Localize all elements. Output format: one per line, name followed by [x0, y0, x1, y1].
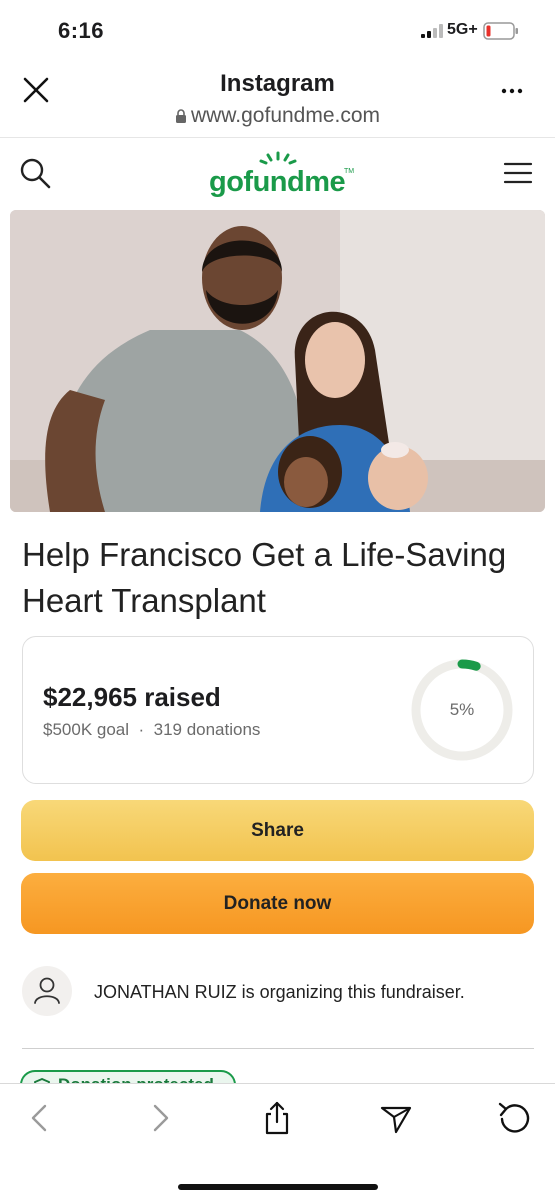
organizer-row: JONATHAN RUIZ is organizing this fundrai…	[22, 966, 542, 1020]
site-nav: gofundme TM	[0, 140, 555, 210]
campaign-photo[interactable]	[10, 210, 545, 512]
progress-ring: 5%	[409, 657, 515, 763]
amount-raised: $22,965 raised	[43, 682, 221, 712]
family-photo-illustration	[10, 210, 545, 512]
send-icon[interactable]	[378, 1100, 414, 1136]
goal-and-donations: $500K goal · 319 donations	[43, 720, 260, 740]
home-indicator	[178, 1184, 378, 1190]
campaign-title: Help Francisco Get a Life-Saving Heart T…	[22, 536, 507, 619]
hamburger-menu-icon[interactable]	[503, 160, 533, 186]
browser-header: Instagram www.gofundme.com	[0, 62, 555, 138]
logo-text: gofundme	[209, 166, 346, 198]
refresh-icon[interactable]	[496, 1100, 532, 1136]
forward-icon[interactable]	[142, 1100, 178, 1136]
signal-icon	[421, 24, 443, 38]
share-icon[interactable]	[259, 1100, 295, 1136]
status-time: 6:16	[58, 18, 105, 43]
network-label: 5G+	[447, 21, 478, 38]
organizer-text: JONATHAN RUIZ is organizing this fundrai…	[94, 982, 465, 1002]
more-options-icon[interactable]	[500, 86, 524, 96]
browser-title: Instagram	[220, 70, 335, 97]
battery-icon	[483, 22, 518, 40]
donation-count: 319 donations	[153, 720, 261, 739]
user-icon	[34, 977, 60, 1004]
status-bar: 6:16 5G+	[0, 0, 555, 62]
back-icon[interactable]	[22, 1100, 58, 1136]
progress-percent: 5%	[449, 700, 475, 719]
url-bar[interactable]: www.gofundme.com	[0, 104, 555, 128]
goal-amount: $500K goal	[43, 720, 130, 739]
share-button[interactable]: Share	[21, 800, 534, 861]
divider	[22, 1048, 534, 1049]
url-text: www.gofundme.com	[190, 104, 381, 127]
lock-icon	[175, 109, 186, 123]
avatar	[22, 966, 72, 1016]
separator-dot: ·	[138, 720, 145, 739]
progress-card: $22,965 raised $500K goal · 319 donation…	[22, 636, 534, 784]
browser-toolbar	[0, 1083, 555, 1200]
donate-button[interactable]: Donate now	[21, 873, 534, 934]
search-icon[interactable]	[18, 156, 54, 192]
gofundme-logo[interactable]: gofundme TM	[206, 150, 356, 202]
logo-trademark: TM	[344, 168, 355, 175]
